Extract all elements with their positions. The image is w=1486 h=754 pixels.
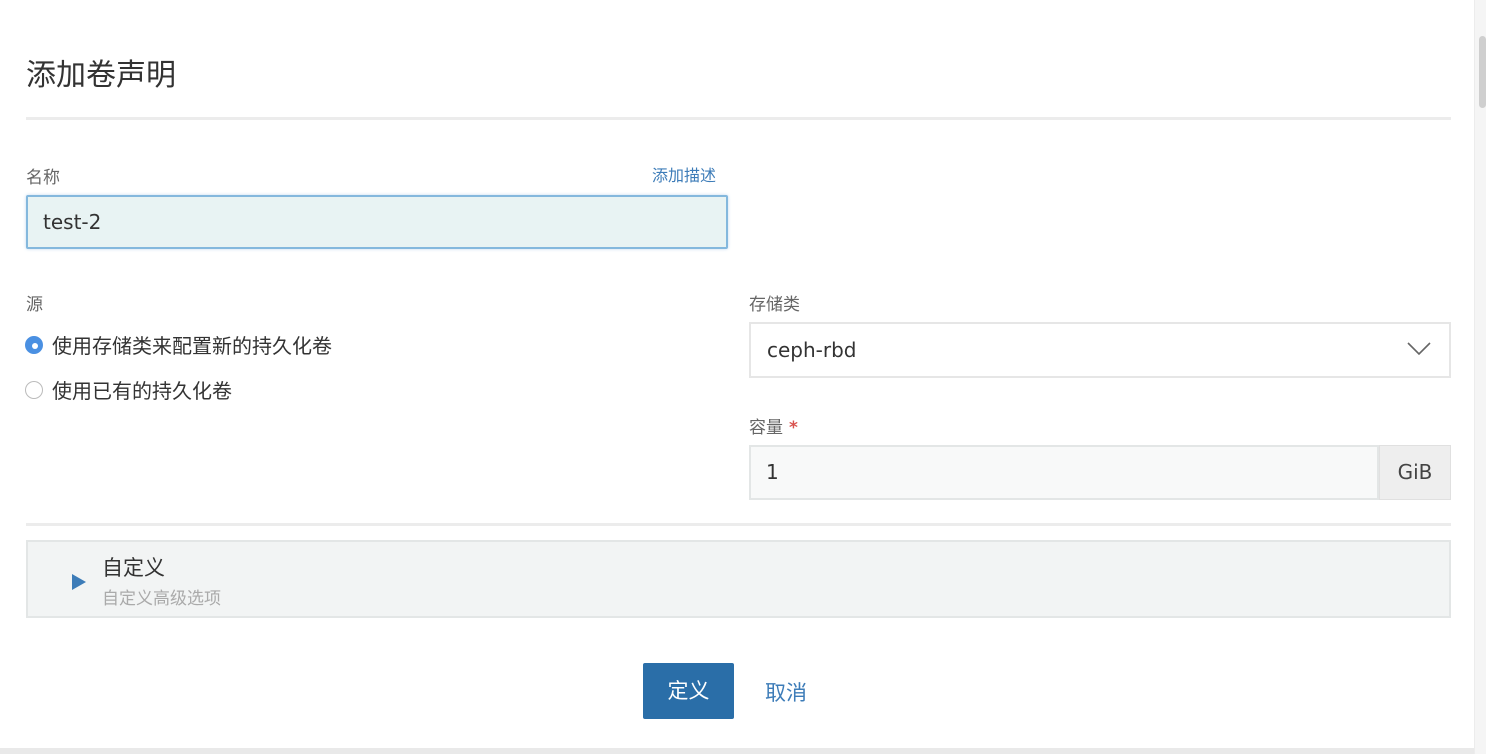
capacity-unit: GiB [1379, 445, 1451, 500]
scrollbar-track[interactable] [1474, 0, 1486, 754]
customize-subtitle: 自定义高级选项 [102, 589, 221, 609]
bottom-edge [0, 748, 1474, 754]
radio-checked-icon[interactable] [25, 335, 43, 354]
add-description-link[interactable]: 添加描述 [652, 162, 716, 186]
customize-accordion[interactable]: 自定义 自定义高级选项 [26, 540, 1451, 618]
name-label: 名称 [26, 168, 60, 188]
radio-option-label: 使用已有的持久化卷 [52, 379, 232, 403]
scrollbar-thumb[interactable] [1479, 36, 1486, 108]
define-button[interactable]: 定义 [643, 663, 734, 719]
customize-title: 自定义 [102, 556, 165, 580]
chevron-down-icon [1407, 342, 1431, 356]
section-divider [26, 523, 1451, 526]
page-title: 添加卷声明 [26, 58, 176, 93]
radio-option-label: 使用存储类来配置新的持久化卷 [52, 334, 332, 358]
source-label: 源 [26, 295, 43, 315]
name-input[interactable]: test-2 [26, 195, 728, 249]
radio-option-storage-class[interactable]: 使用存储类来配置新的持久化卷 [25, 330, 332, 359]
radio-option-existing-volume[interactable]: 使用已有的持久化卷 [25, 375, 232, 404]
storage-class-value: ceph-rbd [767, 338, 857, 362]
cancel-button[interactable]: 取消 [765, 677, 807, 707]
header-divider [26, 117, 1451, 120]
required-mark: * [789, 418, 798, 438]
storage-class-select[interactable]: ceph-rbd [749, 322, 1451, 378]
capacity-input[interactable]: 1 [749, 445, 1379, 500]
capacity-label-text: 容量 [749, 418, 783, 438]
storage-class-label: 存储类 [749, 295, 800, 315]
capacity-label: 容量 * [749, 413, 798, 438]
radio-unchecked-icon[interactable] [25, 380, 43, 399]
expand-triangle-icon [72, 574, 86, 590]
